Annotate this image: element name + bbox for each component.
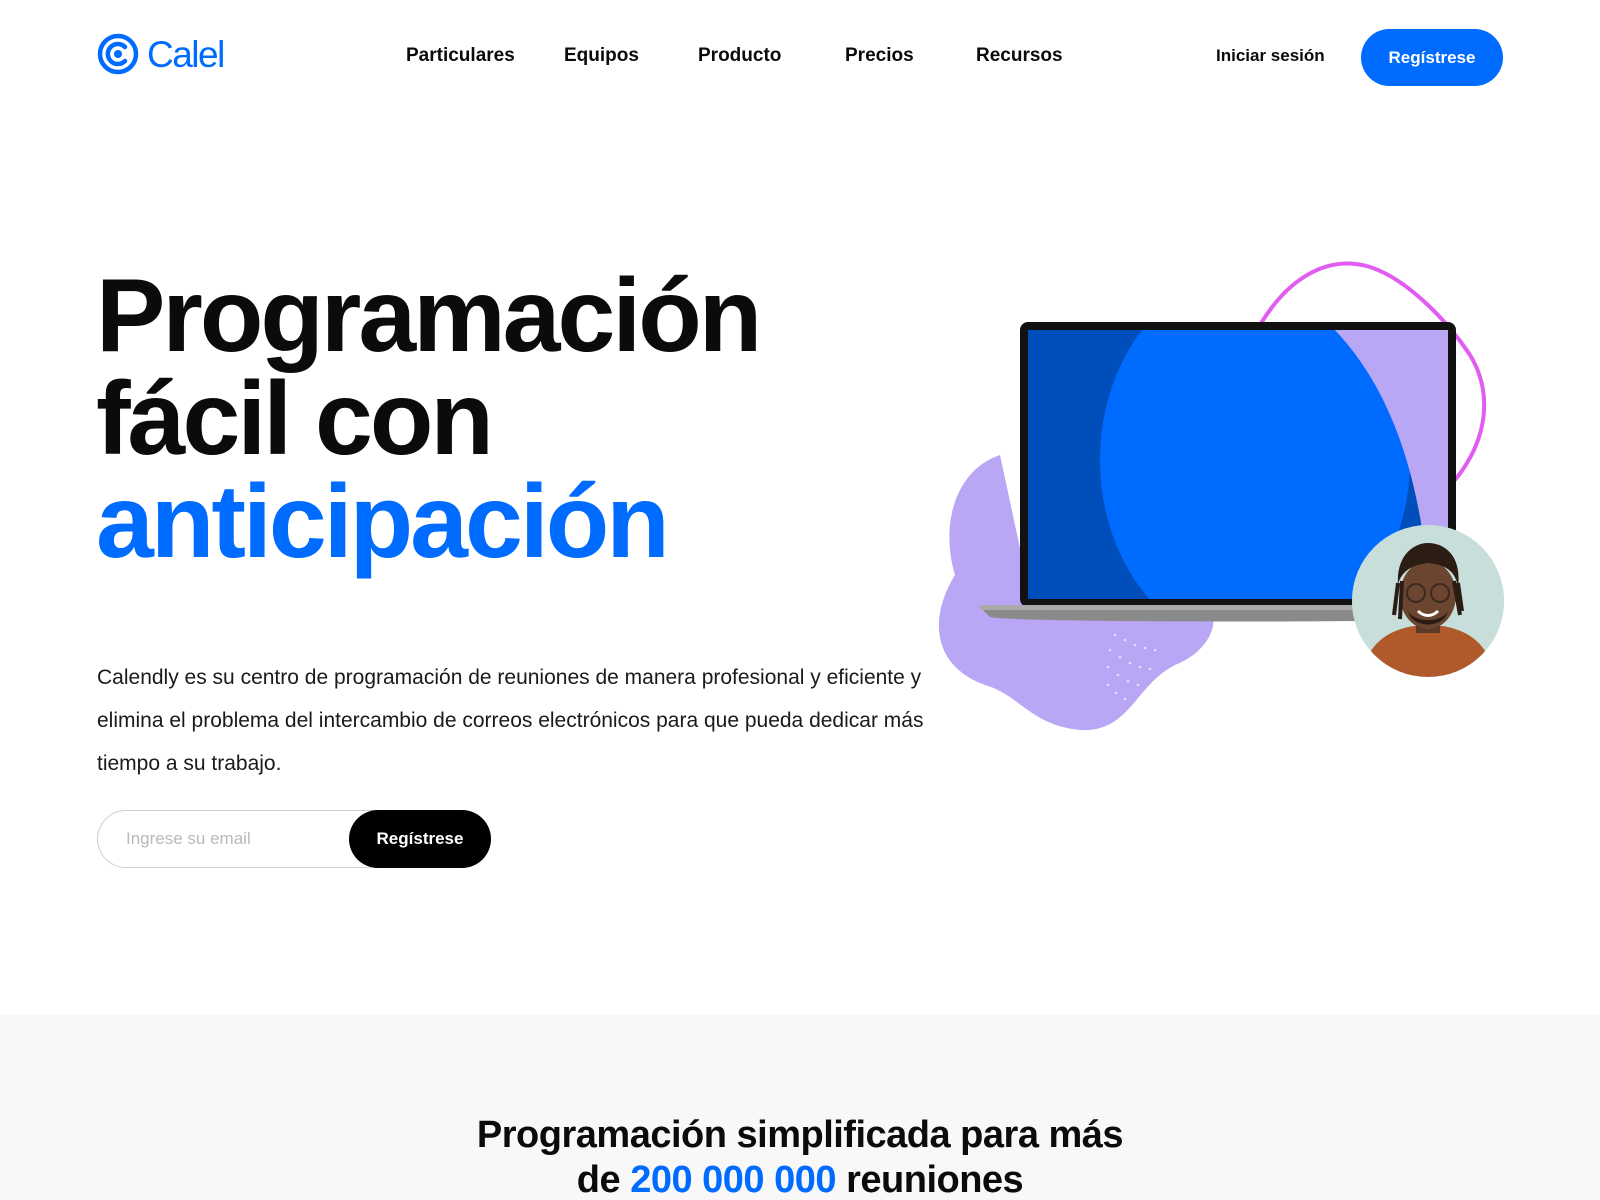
hero-title-line-3: anticipación: [96, 464, 670, 580]
hero-title-line-1: Programación: [96, 258, 762, 374]
stats-title-suffix: reuniones: [846, 1159, 1024, 1200]
hero-description: Calendly es su centro de programación de…: [97, 666, 924, 775]
calendar-logo-icon: [97, 33, 139, 75]
site-header: Calel Particulares Equipos Producto Prec…: [0, 0, 1600, 115]
nav-item-recursos[interactable]: Recursos: [976, 45, 1063, 67]
stats-title: Programación simplificada para más de 20…: [0, 1113, 1600, 1200]
nav-item-producto[interactable]: Producto: [698, 45, 781, 67]
person-photo-icon: [1352, 525, 1504, 677]
stats-section: Programación simplificada para más de 20…: [0, 1015, 1600, 1200]
logo[interactable]: Calel: [97, 33, 225, 75]
login-link[interactable]: Iniciar sesión: [1216, 46, 1325, 66]
nav-item-precios[interactable]: Precios: [845, 45, 914, 67]
nav-item-equipos[interactable]: Equipos: [564, 45, 639, 67]
stats-title-de: de: [576, 1159, 621, 1200]
stats-title-prefix: Programación simplificada para más: [476, 1114, 1124, 1156]
stats-title-number: 200 000 000: [630, 1159, 837, 1200]
signup-button-hero[interactable]: Regístrese: [349, 810, 491, 868]
avatar: [1352, 525, 1504, 677]
email-signup-form: Regístrese: [97, 810, 491, 868]
hero-illustration: [930, 255, 1510, 735]
signup-button-header[interactable]: Regístrese: [1361, 29, 1503, 86]
nav-item-particulares[interactable]: Particulares: [406, 45, 515, 67]
hero-title: Programación fácil con anticipación: [96, 258, 762, 580]
email-input[interactable]: [97, 810, 377, 868]
hero-title-line-2: fácil con: [96, 361, 494, 477]
logo-text: Calel: [147, 33, 225, 75]
